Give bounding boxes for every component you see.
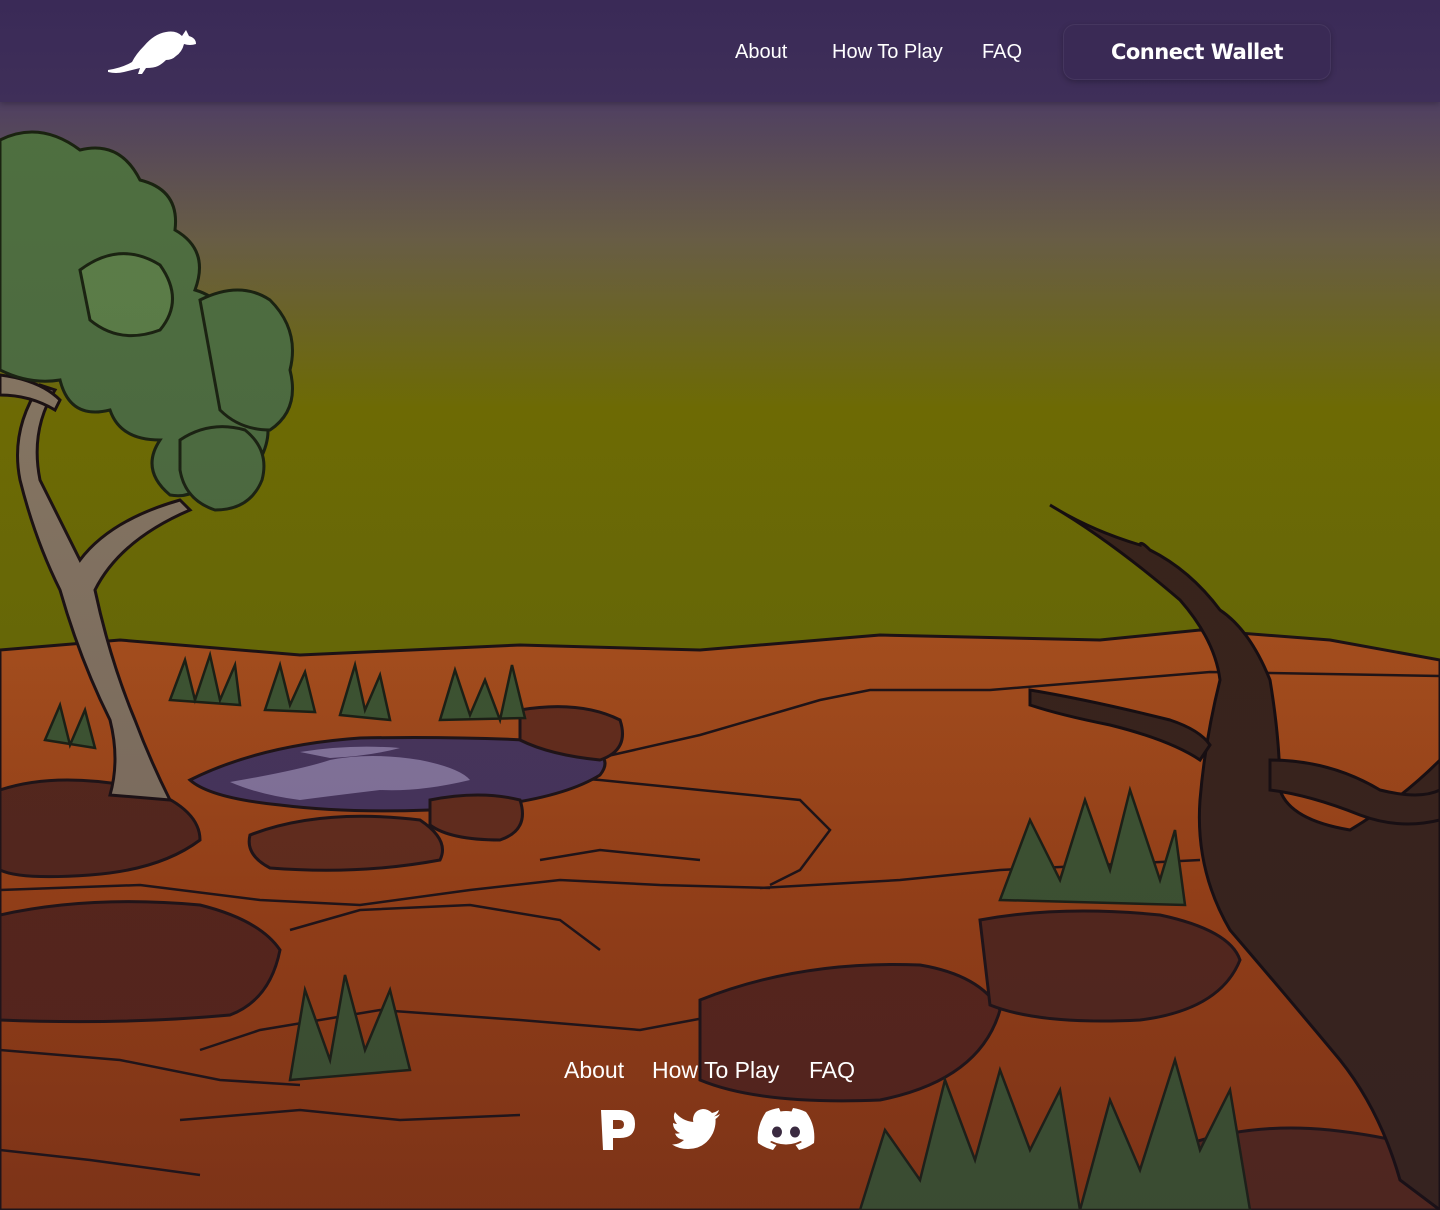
nav-about-link[interactable]: About: [735, 38, 787, 66]
nav-how-to-play-link[interactable]: How To Play: [832, 38, 943, 66]
connect-wallet-button[interactable]: Connect Wallet: [1063, 24, 1331, 80]
nav-faq-link[interactable]: FAQ: [982, 38, 1022, 66]
footer-how-to-play-link[interactable]: How To Play: [652, 1054, 779, 1086]
footer-links: About How To Play FAQ: [0, 1054, 1440, 1086]
footer-about-link[interactable]: About: [564, 1054, 624, 1086]
kangaroo-logo-icon[interactable]: [106, 24, 198, 76]
outback-background-illustration: [0, 100, 1440, 1210]
footer-faq-link[interactable]: FAQ: [809, 1054, 855, 1086]
twitter-icon[interactable]: [672, 1108, 722, 1152]
p-logo-icon[interactable]: [598, 1108, 638, 1152]
discord-icon[interactable]: [757, 1108, 815, 1152]
connect-wallet-label: Connect Wallet: [1110, 40, 1284, 64]
top-navigation-bar: About How To Play FAQ Connect Wallet: [0, 0, 1440, 102]
